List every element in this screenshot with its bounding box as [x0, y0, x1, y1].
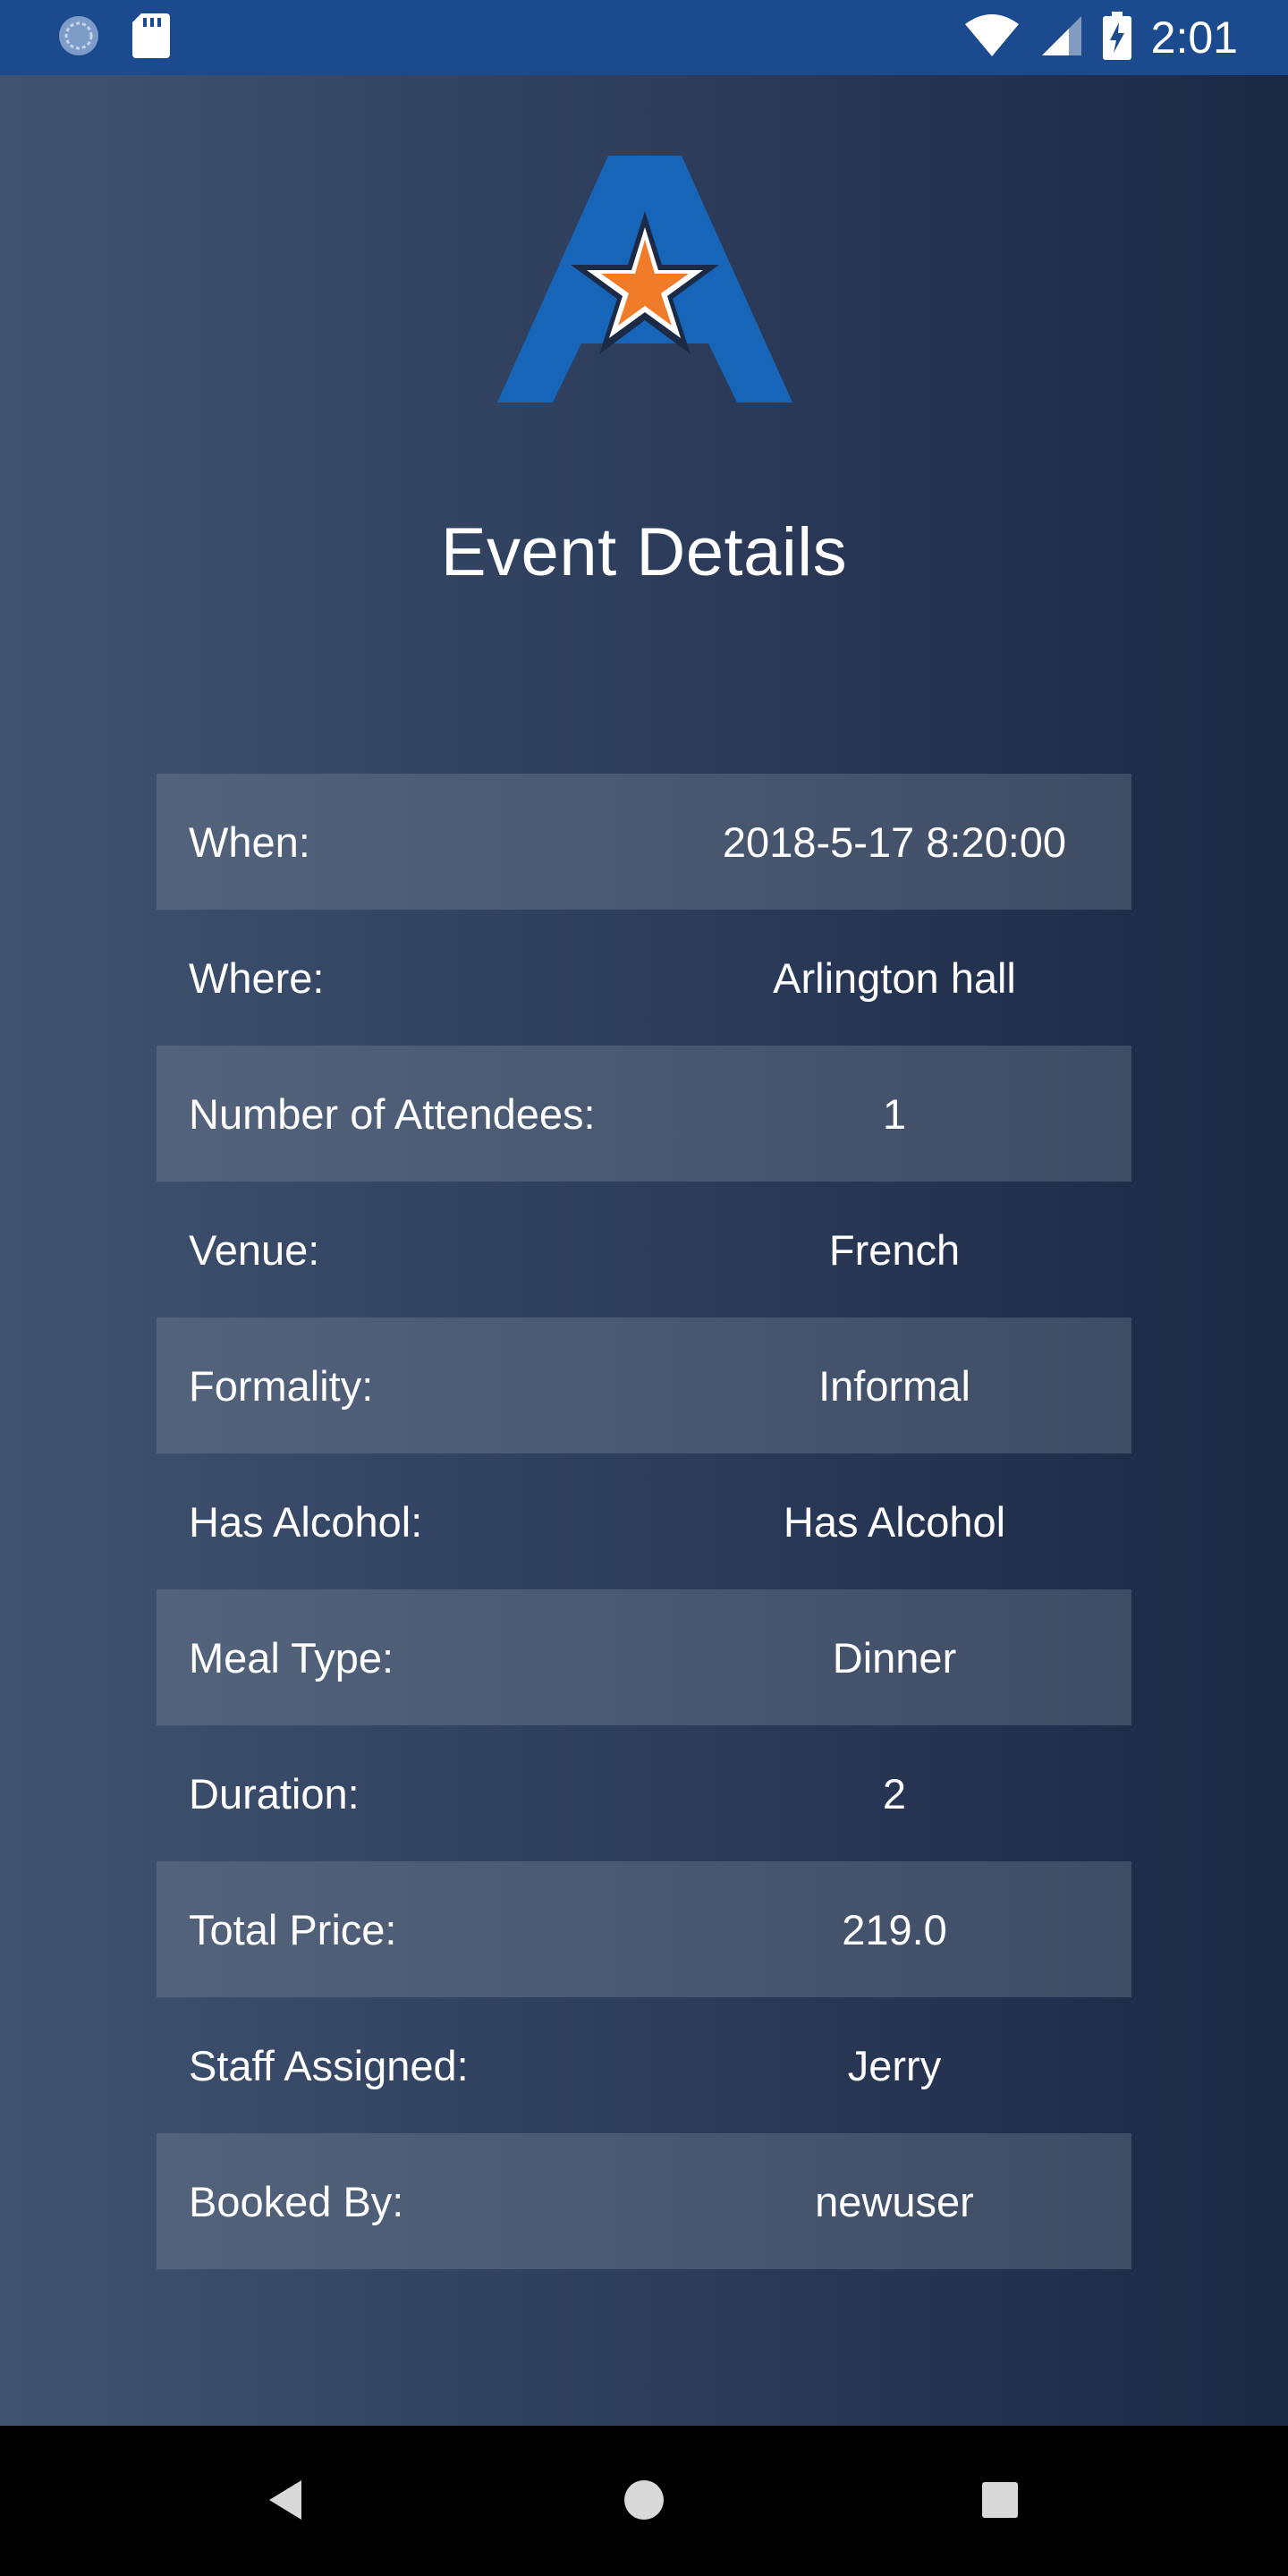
- back-icon: [266, 2479, 305, 2526]
- status-left-icons: [55, 13, 170, 64]
- detail-row-where: Where: Arlington hall: [157, 910, 1131, 1046]
- wifi-icon: [963, 13, 1021, 63]
- home-button[interactable]: [613, 2470, 675, 2533]
- detail-row-attendees: Number of Attendees: 1: [157, 1046, 1131, 1182]
- detail-label: Venue:: [189, 1225, 320, 1274]
- sd-card-icon: [132, 13, 170, 63]
- detail-label: When:: [189, 818, 310, 866]
- detail-label: Where:: [189, 953, 325, 1002]
- detail-value: Arlington hall: [773, 953, 1016, 1002]
- recents-button[interactable]: [969, 2470, 1031, 2533]
- detail-value: Jerry: [847, 2041, 942, 2089]
- detail-row-staff-assigned: Staff Assigned: Jerry: [157, 1997, 1131, 2133]
- detail-label: Total Price:: [189, 1905, 397, 1953]
- detail-value: Has Alcohol: [783, 1497, 1006, 1546]
- detail-value: French: [828, 1225, 961, 1274]
- detail-label: Staff Assigned:: [189, 2041, 469, 2089]
- detail-row-when: When: 2018-5-17 8:20:00: [157, 774, 1131, 910]
- star-a-logo: [497, 156, 792, 402]
- detail-label: Number of Attendees:: [189, 1089, 596, 1138]
- detail-value: 219.0: [842, 1905, 947, 1953]
- navigation-bar: [0, 2426, 1288, 2576]
- detail-value: Dinner: [832, 1633, 957, 1682]
- detail-row-venue: Venue: French: [157, 1182, 1131, 1318]
- detail-label: Formality:: [189, 1361, 374, 1410]
- back-button[interactable]: [254, 2470, 317, 2533]
- detail-row-has-alcohol: Has Alcohol: Has Alcohol: [157, 1453, 1131, 1589]
- detail-row-total-price: Total Price: 219.0: [157, 1861, 1131, 1997]
- detail-value: 1: [882, 1089, 907, 1138]
- detail-label: Booked By:: [189, 2177, 404, 2225]
- event-details-screen: Event Details When: 2018-5-17 8:20:00 Wh…: [0, 75, 1288, 2426]
- home-icon: [623, 2479, 665, 2526]
- detail-value: 2018-5-17 8:20:00: [722, 818, 1067, 866]
- status-bar: 2:01: [0, 0, 1288, 75]
- status-clock: 2:01: [1150, 13, 1238, 63]
- detail-row-meal-type: Meal Type: Dinner: [157, 1589, 1131, 1725]
- detail-row-duration: Duration: 2: [157, 1725, 1131, 1861]
- detail-label: Meal Type:: [189, 1633, 394, 1682]
- detail-value: 2: [882, 1769, 907, 1818]
- page-title: Event Details: [440, 514, 848, 590]
- battery-charging-icon: [1102, 11, 1131, 64]
- status-right-icons: 2:01: [963, 9, 1238, 66]
- event-details-table: When: 2018-5-17 8:20:00 Where: Arlington…: [157, 774, 1131, 2269]
- sync-icon: [55, 13, 102, 64]
- recents-icon: [980, 2480, 1020, 2524]
- detail-row-booked-by: Booked By: newuser: [157, 2133, 1131, 2269]
- detail-row-formality: Formality: Informal: [157, 1318, 1131, 1453]
- detail-value: Informal: [818, 1361, 970, 1410]
- detail-label: Has Alcohol:: [189, 1497, 423, 1546]
- detail-label: Duration:: [189, 1769, 360, 1818]
- signal-icon: [1040, 14, 1083, 62]
- detail-value: newuser: [815, 2177, 974, 2225]
